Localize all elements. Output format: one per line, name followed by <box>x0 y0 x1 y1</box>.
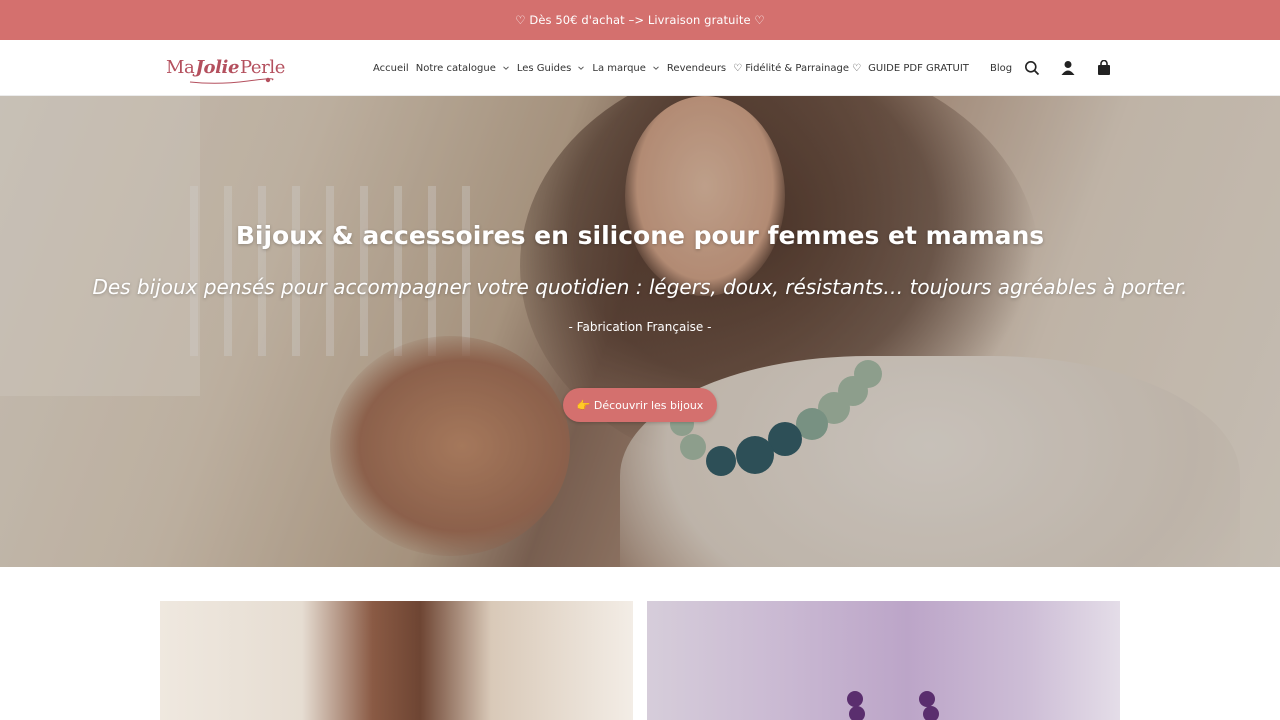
collection-card-left[interactable] <box>160 601 633 720</box>
necklace-bead <box>849 706 865 720</box>
nav-item-fidelite[interactable]: ♡ Fidélité & Parrainage ♡ <box>733 63 861 74</box>
nav-item-label: Notre catalogue <box>415 62 496 74</box>
nav-item-label: La marque <box>592 62 646 74</box>
site-header: Ma Jolie Perle Accueil Notre catalogue L… <box>0 40 1280 96</box>
header-tools: Blog <box>990 40 1128 96</box>
nav-item-marque[interactable]: La marque <box>592 63 660 74</box>
cart-icon[interactable] <box>1092 56 1116 80</box>
discover-jewelry-label: 👉 Découvrir les bijoux <box>576 398 704 412</box>
chevron-down-icon <box>653 66 659 70</box>
hero-subtitle: Des bijoux pensés pour accompagner votre… <box>92 275 1188 299</box>
collection-card-right[interactable] <box>647 601 1120 720</box>
search-icon[interactable] <box>1020 56 1044 80</box>
nav-item-guide-pdf[interactable]: GUIDE PDF GRATUIT <box>868 63 969 74</box>
necklace-bead <box>847 691 863 707</box>
nav-item-accueil[interactable]: Accueil <box>373 63 409 74</box>
account-icon[interactable] <box>1056 56 1080 80</box>
chevron-down-icon <box>503 66 509 70</box>
nav-item-label: GUIDE PDF GRATUIT <box>868 62 969 74</box>
nav-item-catalogue[interactable]: Notre catalogue <box>416 63 510 74</box>
necklace-bead <box>919 691 935 707</box>
nav-item-label: Accueil <box>373 62 409 74</box>
announcement-text: ♡ Dès 50€ d'achat –> Livraison gratuite … <box>515 13 765 27</box>
hero-tagline: - Fabrication Française - <box>568 320 712 334</box>
logo-ma: Ma <box>166 56 195 78</box>
nav-item-guides[interactable]: Les Guides <box>517 63 586 74</box>
logo-jolie: Jolie <box>195 56 240 78</box>
nav-item-label: Les Guides <box>516 62 572 74</box>
nav-item-revendeurs[interactable]: Revendeurs <box>667 63 726 74</box>
logo[interactable]: Ma Jolie Perle <box>166 51 286 84</box>
discover-jewelry-button[interactable]: 👉 Découvrir les bijoux <box>563 388 717 422</box>
main-nav: Accueil Notre catalogue Les Guides La ma… <box>373 40 976 96</box>
logo-perle: Perle <box>240 56 286 78</box>
nav-item-label: ♡ Fidélité & Parrainage ♡ <box>733 62 862 74</box>
hero-title: Bijoux & accessoires en silicone pour fe… <box>235 221 1045 250</box>
necklace-bead <box>923 706 939 720</box>
chevron-down-icon <box>578 66 585 70</box>
nav-item-label: Revendeurs <box>666 62 727 74</box>
blog-link[interactable]: Blog <box>990 63 1012 74</box>
logo-swoosh-icon <box>189 77 274 84</box>
hero-banner: Bijoux & accessoires en silicone pour fe… <box>0 96 1280 567</box>
announcement-bar: ♡ Dès 50€ d'achat –> Livraison gratuite … <box>0 0 1280 40</box>
